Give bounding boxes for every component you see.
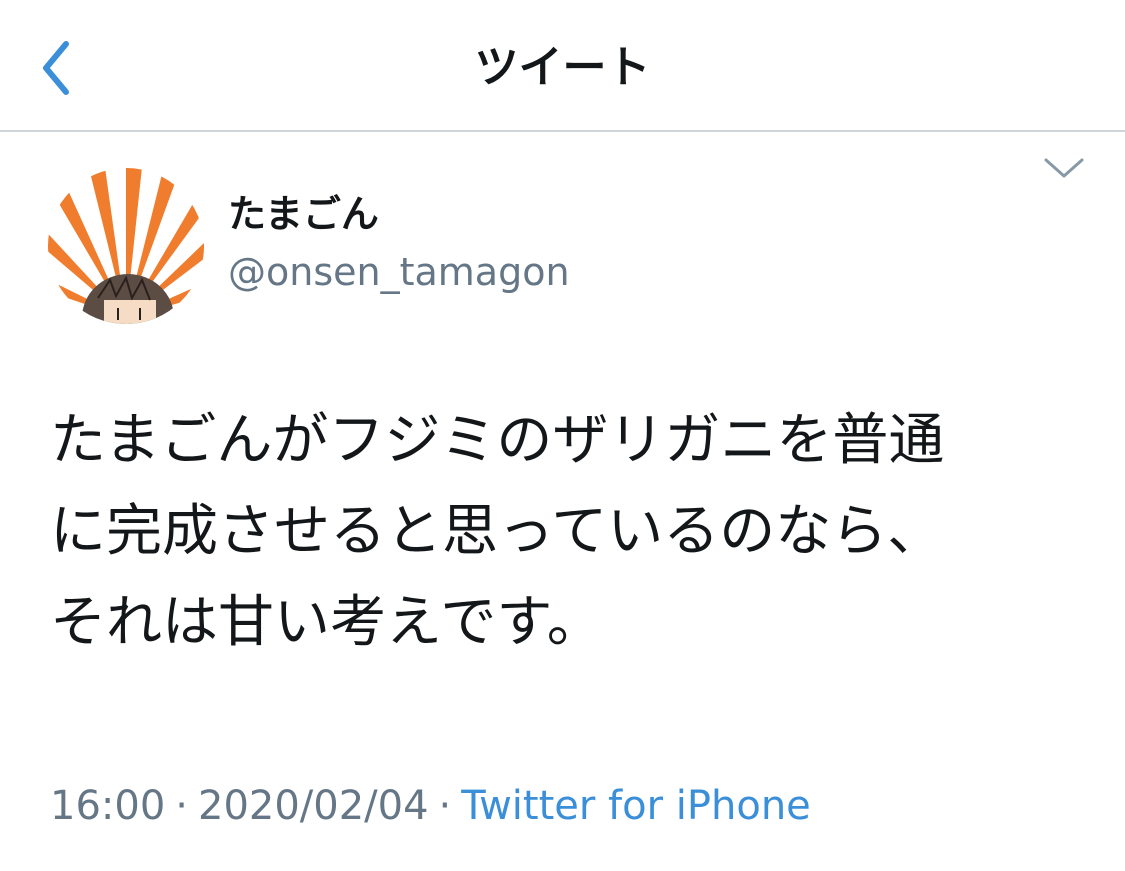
display-name[interactable]: たまごん	[228, 188, 379, 240]
tweet-text-line: それは甘い考えです。	[50, 590, 603, 655]
tweet-time: 16:00	[50, 783, 166, 829]
tweet-metadata: 16:00 · 2020/02/04 · Twitter for iPhone	[50, 780, 811, 832]
page-title: ツイート	[474, 42, 651, 93]
tweet-text-line: に完成させると思っているのなら、	[50, 499, 944, 564]
source-link[interactable]: Twitter for iPhone	[461, 783, 811, 829]
tweet-text: たまごんがフジミのザリガニを普通 に完成させると思っているのなら、 それは甘い考…	[50, 395, 1080, 668]
navigation-bar: ツイート	[0, 0, 1125, 132]
tweet-date: 2020/02/04	[198, 783, 429, 829]
separator: ·	[175, 783, 188, 829]
chevron-down-icon	[1044, 158, 1084, 178]
separator: ·	[438, 783, 452, 829]
tweet-text-line: たまごんがフジミのザリガニを普通	[50, 408, 945, 473]
user-handle[interactable]: @onsen_tamagon	[228, 247, 570, 297]
tweet-menu-button[interactable]	[1040, 152, 1088, 184]
avatar[interactable]	[48, 168, 204, 324]
